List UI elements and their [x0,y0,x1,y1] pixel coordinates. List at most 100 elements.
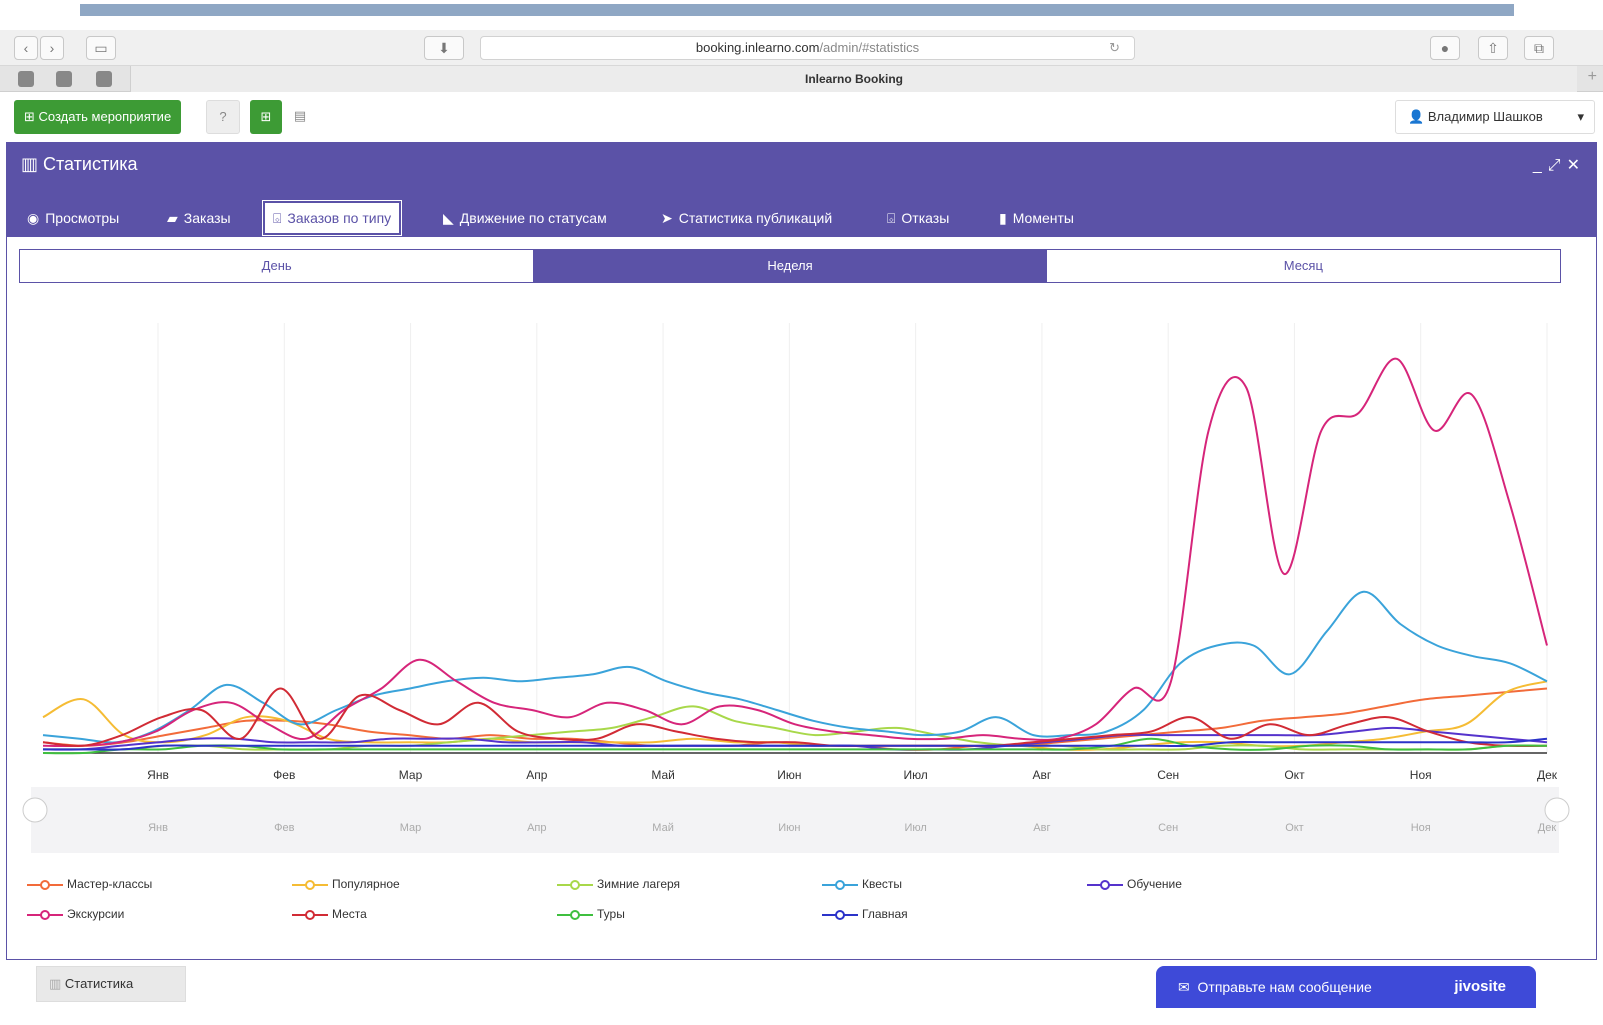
tab-views[interactable]: ◉ Просмотры [27,201,119,235]
legend-label: Главная [862,907,908,921]
statistics-panel: ▥ Статистика _⤢✕ ◉ Просмотры ▰ Заказы ⌺ Зак… [6,142,1597,960]
x-tick-label: Фев [273,768,295,782]
x-tick-label: Апр [526,768,548,782]
range-navigator[interactable] [31,787,1559,853]
tab-label: Просмотры [45,210,120,226]
shield-icon[interactable]: ⬇ [424,36,464,60]
navigator-handle-right[interactable] [1544,797,1570,823]
legend-item[interactable]: Туры [557,907,625,921]
legend-item[interactable]: Квесты [822,877,902,891]
create-event-label: Создать мероприятие [38,109,172,124]
legend-marker-icon [292,909,328,920]
help-icon[interactable]: ? [206,100,240,134]
period-month[interactable]: Месяц [1047,250,1560,282]
minimize-icon[interactable]: _ [1533,157,1548,174]
x-tick-label: Мар [399,768,423,782]
bar-chart-icon: ▥ [21,154,44,174]
x-tick-label: Июл [903,768,927,782]
tab-label: Статистика публикаций [678,210,833,226]
tab-publications[interactable]: ➤ Статистика публикаций [661,201,832,235]
basket-icon: ⌺ [273,210,282,226]
navigator-tick-label: Сен [1158,822,1178,834]
active-tab-title[interactable]: Inlearno Booking [130,66,1577,92]
navigator-tick-label: Мар [400,822,422,834]
navigator-handle-left[interactable] [22,797,48,823]
taskbar-statistics[interactable]: ▥ Статистика [36,966,186,1002]
taskbar-label: Статистика [64,976,134,991]
close-icon[interactable]: ✕ [1567,157,1586,174]
tab-orders[interactable]: ▰ Заказы [167,201,231,235]
legend-item[interactable]: Места [292,907,367,921]
period-day[interactable]: День [20,250,533,282]
pinned-tab-1-icon[interactable] [18,71,34,87]
legend-item[interactable]: Экскурсии [27,907,124,921]
legend-marker-icon [822,909,858,920]
tab-orders-by-type[interactable]: ⌺ Заказов по типу [261,200,403,236]
tab-label: Движение по статусам [459,210,607,226]
navigator-tick-label: Дек [1538,822,1557,834]
calendar-icon[interactable]: ▤ [284,100,316,134]
legend-label: Мастер-классы [67,877,153,891]
panel-header: ▥ Статистика _⤢✕ ◉ Просмотры ▰ Заказы ⌺ Зак… [7,143,1596,237]
back-button[interactable]: ‹ [14,36,38,60]
create-event-button[interactable]: ⊞ Создать мероприятие [14,100,182,134]
pinned-tab-3-icon[interactable] [96,71,112,87]
window-controls: _⤢✕ [1533,155,1586,175]
app-toolbar: ⊞ Создать мероприятие ? ⊞ ▤ 👤 Владимир Ш… [0,92,1603,142]
x-tick-label: Июн [777,768,801,782]
x-tick-label: Сен [1157,768,1179,782]
user-menu[interactable]: 👤 Владимир Шашков ▾ [1395,100,1595,134]
navigator-tick-label: Авг [1033,822,1050,834]
new-tab-icon[interactable]: + [1588,68,1597,86]
navigator-tick-label: Июн [778,822,800,834]
x-tick-label: Май [651,768,675,782]
x-tick-label: Янв [147,768,169,782]
jivosite-chat-button[interactable]: ✉ Отправьте нам сообщение jivosite [1156,966,1536,1008]
tab-label: Отказы [901,210,950,226]
legend-label: Экскурсии [67,907,125,921]
tab-label: Моменты [1012,210,1074,226]
user-icon: 👤 [1408,109,1428,124]
navigator-tick-label: Ноя [1411,822,1431,834]
x-tick-label: Дек [1537,768,1558,782]
mail-icon: ✉ [1178,979,1194,995]
url-host: booking.inlearno.com [695,40,820,55]
period-selector: День Неделя Месяц [19,249,1561,283]
expand-icon[interactable]: ⤢ [1548,157,1567,174]
tab-moments[interactable]: ▮ Моменты [999,201,1074,235]
legend-label: Туры [597,907,625,921]
reload-icon[interactable]: ↻ [1109,37,1120,59]
legend-item[interactable]: Главная [822,907,908,921]
tab-status-flow[interactable]: ◣ Движение по статусам [443,201,607,235]
download-icon[interactable]: ● [1430,36,1460,60]
area-chart-icon: ◣ [443,210,454,226]
tabs-icon[interactable]: ⧉ [1524,36,1554,60]
sidebar-toggle-icon[interactable]: ▭ [86,36,116,60]
legend-label: Зимние лагеря [597,877,681,891]
browser-toolbar: ‹ › ▭ ⬇ booking.inlearno.com/admin/#stat… [0,30,1603,66]
jivo-brand: jivosite [1454,978,1506,995]
navigator-tick-label: Апр [527,822,546,834]
user-name: Владимир Шашков [1427,109,1543,124]
x-tick-label: Окт [1284,768,1305,782]
tab-refusals[interactable]: ⌺ Отказы [887,201,949,235]
line-chart: Янв Фев Мар Апр Май Июн Июл Авг Сен Окт Ноя Дек Янв Ф… [22,323,1570,853]
bar-chart-icon: ▥ [49,976,65,991]
panel-title: ▥ Статистика [21,154,138,175]
top-decorative-strip [80,4,1514,16]
address-bar[interactable]: booking.inlearno.com/admin/#statistics ↻ [480,36,1135,60]
pinned-tab-2-icon[interactable] [56,71,72,87]
forward-button[interactable]: › [40,36,64,60]
legend-item[interactable]: Зимние лагеря [557,877,680,891]
navigator-tick-label: Май [652,822,674,834]
legend-item[interactable]: Обучение [1087,877,1182,891]
share-icon[interactable]: ⇧ [1478,36,1508,60]
period-week[interactable]: Неделя [533,250,1047,282]
browser-tabs: Inlearno Booking + [0,66,1603,92]
legend-marker-icon [822,879,858,890]
stats-tabs: ◉ Просмотры ▰ Заказы ⌺ Заказов по типу ◣ Дви… [7,199,1596,237]
legend-item[interactable]: Популярное [292,877,400,891]
add-icon[interactable]: ⊞ [250,100,282,134]
legend-label: Популярное [332,877,400,891]
legend-item[interactable]: Мастер-классы [27,877,152,891]
